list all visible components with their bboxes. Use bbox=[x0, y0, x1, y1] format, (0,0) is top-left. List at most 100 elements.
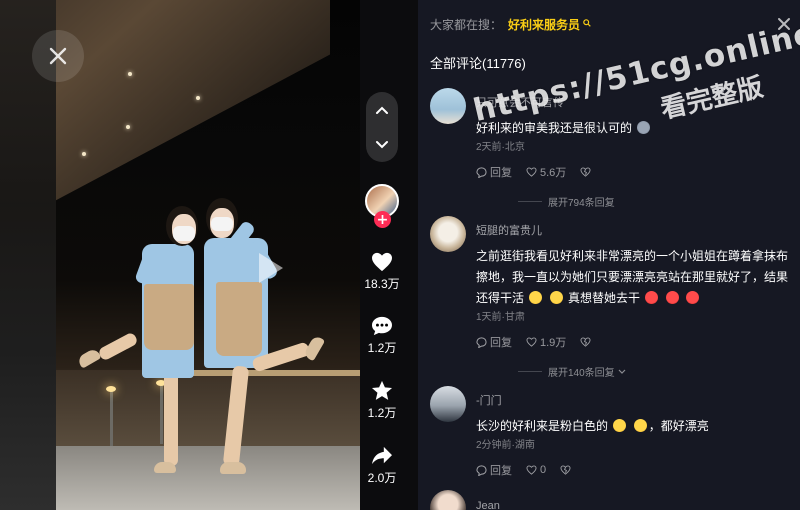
chevron-down-icon bbox=[376, 140, 388, 148]
comment-text: 之前逛街我看见好利来非常漂亮的一个小姐姐在蹲着拿抹布擦地，我一直以为她们只要漂漂… bbox=[476, 246, 792, 309]
star-icon bbox=[371, 380, 393, 400]
comment-icon bbox=[372, 316, 392, 336]
crying-emoji-icon bbox=[529, 291, 543, 304]
ceiling-light bbox=[128, 72, 132, 76]
comment-dislike-button[interactable] bbox=[580, 167, 594, 177]
comment-text-content: 真想替她去干 bbox=[568, 291, 641, 305]
comment-author[interactable]: 短腿的富贵儿 bbox=[476, 222, 542, 238]
expand-replies-label: 展开794条回复 bbox=[548, 198, 615, 209]
broken-heart-icon bbox=[560, 465, 571, 475]
search-term-link[interactable]: 好利来服务员 bbox=[508, 18, 580, 32]
street-lamp bbox=[106, 386, 116, 392]
close-video-button[interactable] bbox=[32, 30, 84, 82]
angry-emoji-icon bbox=[686, 291, 700, 304]
comments-title: 全部评论(11776) bbox=[430, 56, 526, 71]
comment-dislike-button[interactable] bbox=[580, 337, 594, 347]
expand-replies[interactable]: 展开794条回复 bbox=[518, 194, 615, 209]
street-light bbox=[160, 384, 163, 444]
reply-button[interactable]: 回复 bbox=[476, 334, 512, 350]
comment-dislike-button[interactable] bbox=[560, 465, 574, 475]
comment-item: 短腿的富贵儿 之前逛街我看见好利来非常漂亮的一个小姐姐在蹲着拿抹布擦地，我一直以… bbox=[430, 216, 792, 379]
like-action[interactable]: 18.3万 bbox=[358, 252, 406, 292]
comment-text-content: 长沙的好利来是粉白色的 bbox=[476, 419, 609, 433]
heart-outline-icon bbox=[526, 167, 537, 177]
comment-text-content: 好利来的审美我还是很认可的 bbox=[476, 121, 633, 135]
avatar[interactable] bbox=[430, 216, 466, 252]
reply-button[interactable]: 回复 bbox=[476, 164, 512, 180]
reply-icon bbox=[476, 336, 487, 348]
comment-like-count: 1.9万 bbox=[540, 337, 567, 349]
avatar[interactable] bbox=[430, 386, 466, 422]
comment-like-count: 5.6万 bbox=[540, 167, 567, 179]
reply-button[interactable]: 回复 bbox=[476, 462, 512, 478]
comment-like-button[interactable]: 0 bbox=[526, 464, 546, 476]
comment-time-location: 2分钟前·湖南 bbox=[476, 440, 535, 451]
close-icon bbox=[49, 47, 67, 65]
avatar[interactable] bbox=[430, 490, 466, 510]
close-comments-button[interactable] bbox=[776, 16, 792, 32]
comment-item: 只可意会不可言传 好利来的审美我还是很认可的 2天前·北京 回复 5.6万 展开… bbox=[430, 88, 792, 209]
comment-item: Jean bbox=[430, 490, 790, 510]
expand-replies[interactable]: 展开140条回复 bbox=[518, 364, 626, 379]
follow-button[interactable]: + bbox=[374, 211, 391, 228]
comment-text: 好利来的审美我还是很认可的 bbox=[476, 118, 792, 139]
reply-label: 回复 bbox=[490, 465, 512, 477]
angry-emoji-icon bbox=[665, 291, 679, 304]
broken-heart-icon bbox=[580, 337, 591, 347]
background-building bbox=[56, 370, 360, 450]
heart-outline-icon bbox=[526, 465, 537, 475]
comment-time-location: 1天前·甘肃 bbox=[476, 312, 525, 323]
comment-actions: 回复 0 bbox=[476, 462, 588, 478]
ceiling-light bbox=[126, 125, 130, 129]
heart-icon bbox=[372, 252, 392, 272]
comment-time-location: 2天前·北京 bbox=[476, 142, 525, 153]
next-video-button[interactable] bbox=[366, 127, 398, 162]
reply-label: 回复 bbox=[490, 337, 512, 349]
comment-author[interactable]: 只可意会不可言传 bbox=[476, 94, 564, 110]
favorite-count: 1.2万 bbox=[367, 406, 397, 420]
heart-outline-icon bbox=[526, 337, 537, 347]
chevron-up-icon bbox=[376, 106, 388, 114]
video-frame bbox=[56, 0, 360, 510]
reply-label: 回复 bbox=[490, 167, 512, 179]
chevron-down-icon bbox=[618, 369, 626, 374]
expand-replies-label: 展开140条回复 bbox=[548, 368, 615, 379]
reply-icon bbox=[476, 464, 487, 476]
search-icon bbox=[583, 19, 591, 27]
angry-emoji-icon bbox=[645, 291, 659, 304]
search-prefix: 大家都在搜： bbox=[430, 18, 503, 32]
comment-like-button[interactable]: 1.9万 bbox=[526, 334, 566, 350]
avatar[interactable] bbox=[430, 88, 466, 124]
comment-text: 长沙的好利来是粉白色的 ，都好漂亮 bbox=[476, 416, 792, 437]
comment-like-button[interactable]: 5.6万 bbox=[526, 164, 566, 180]
comment-item: -门门 长沙的好利来是粉白色的 ，都好漂亮 2分钟前·湖南 回复 0 bbox=[430, 386, 790, 486]
crying-emoji-icon bbox=[633, 419, 647, 432]
ceiling-light bbox=[196, 96, 200, 100]
share-action[interactable]: 2.0万 bbox=[358, 446, 406, 486]
street-light bbox=[110, 390, 113, 450]
reply-icon bbox=[476, 166, 487, 178]
comment-action[interactable]: 1.2万 bbox=[358, 316, 406, 356]
video-player[interactable]: + 18.3万 1.2万 1.2万 2.0万 bbox=[0, 0, 418, 510]
plus-icon: + bbox=[376, 211, 389, 228]
comment-actions: 回复 1.9万 bbox=[476, 334, 608, 350]
search-suggestion[interactable]: 大家都在搜： 好利来服务员 bbox=[430, 16, 591, 33]
cat-emoji-icon bbox=[637, 121, 651, 134]
comments-panel: 大家都在搜： 好利来服务员 全部评论(11776) 只可意会不可言传 好利来的审美… bbox=[418, 0, 800, 510]
canopy-roof bbox=[56, 0, 330, 230]
share-count: 2.0万 bbox=[367, 471, 397, 485]
ground bbox=[56, 446, 360, 510]
favorite-action[interactable]: 1.2万 bbox=[358, 380, 406, 421]
comment-actions: 回复 5.6万 bbox=[476, 164, 608, 180]
video-nav bbox=[366, 92, 398, 162]
comment-like-count: 0 bbox=[540, 464, 547, 476]
comment-author[interactable]: Jean bbox=[476, 500, 500, 510]
ceiling-light bbox=[82, 152, 86, 156]
broken-heart-icon bbox=[580, 167, 591, 177]
like-count: 18.3万 bbox=[364, 277, 400, 291]
share-icon bbox=[372, 446, 392, 465]
comment-author[interactable]: -门门 bbox=[476, 392, 502, 408]
previous-video-button[interactable] bbox=[366, 92, 398, 127]
crying-emoji-icon bbox=[613, 419, 627, 432]
play-icon[interactable] bbox=[249, 248, 289, 288]
